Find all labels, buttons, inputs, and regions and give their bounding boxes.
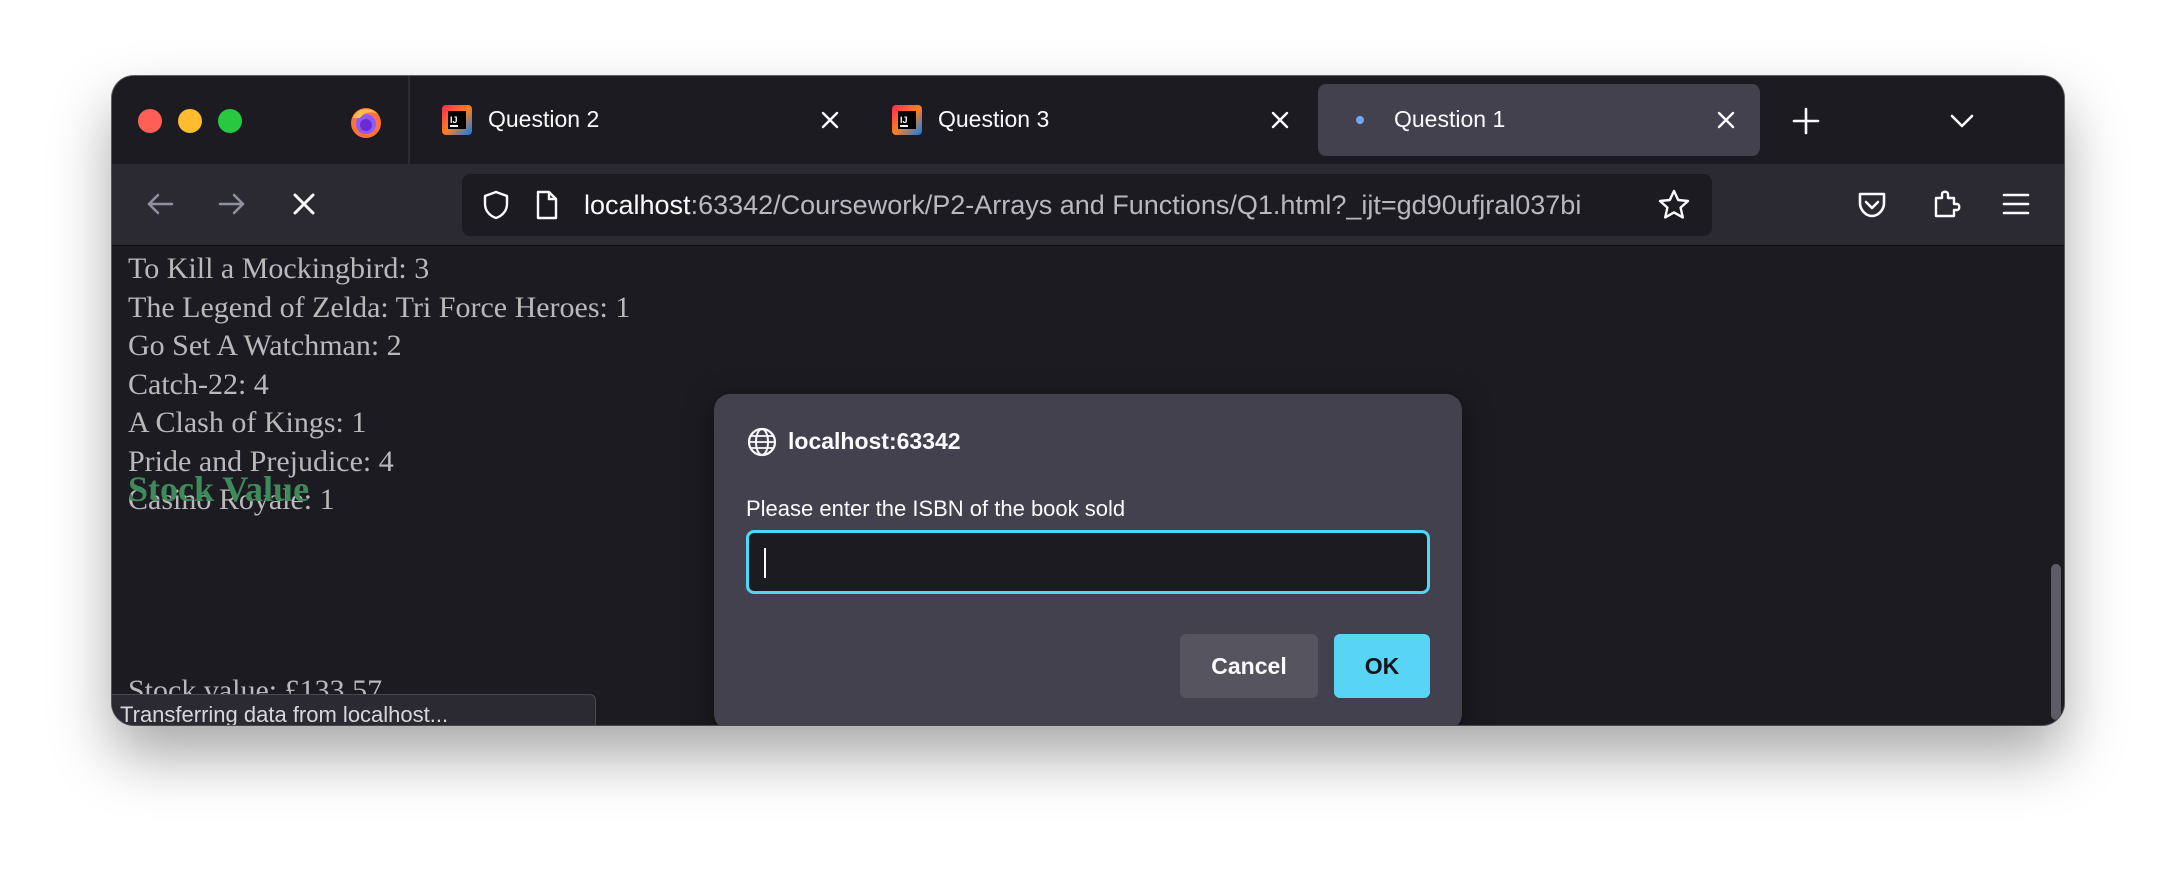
loading-indicator-icon bbox=[1356, 116, 1364, 124]
navigation-toolbar: localhost:63342/Coursework/P2-Arrays and… bbox=[112, 164, 2064, 246]
zoom-window-button[interactable] bbox=[218, 109, 242, 133]
url-text[interactable]: localhost:63342/Coursework/P2-Arrays and… bbox=[584, 190, 1614, 221]
tab-strip: IJ Question 2 IJ Question 3 Question 1 bbox=[112, 76, 2064, 164]
list-item: Catch-22: 4 bbox=[128, 367, 269, 401]
stock-value-heading: Stock Value bbox=[128, 469, 310, 509]
new-tab-icon[interactable] bbox=[1786, 101, 1826, 141]
minimize-window-button[interactable] bbox=[178, 109, 202, 133]
svg-text:IJ: IJ bbox=[900, 115, 908, 125]
close-window-button[interactable] bbox=[138, 109, 162, 133]
page-content: To Kill a Mockingbird: 3 The Legend of Z… bbox=[112, 246, 2064, 725]
list-item: Go Set A Watchman: 2 bbox=[128, 329, 402, 362]
scrollbar-thumb[interactable] bbox=[2051, 564, 2061, 720]
back-arrow-icon[interactable] bbox=[140, 184, 180, 224]
tab-title: Question 1 bbox=[1394, 106, 1506, 132]
browser-window: IJ Question 2 IJ Question 3 Question 1 l… bbox=[112, 76, 2064, 725]
list-item: To Kill a Mockingbird: 3 bbox=[128, 252, 430, 285]
intellij-icon: IJ bbox=[442, 105, 472, 135]
list-item: A Clash of Kings: 1 bbox=[128, 406, 367, 439]
url-bar[interactable]: localhost:63342/Coursework/P2-Arrays and… bbox=[462, 174, 1712, 236]
isbn-input[interactable] bbox=[746, 530, 1430, 594]
close-icon[interactable] bbox=[1266, 106, 1294, 134]
list-all-tabs-icon[interactable] bbox=[1942, 101, 1982, 141]
cancel-button[interactable]: Cancel bbox=[1180, 634, 1318, 698]
tab-strip-divider bbox=[408, 76, 410, 164]
dialog-message: Please enter the ISBN of the book sold bbox=[746, 496, 1126, 521]
page-icon[interactable] bbox=[528, 187, 564, 223]
globe-icon bbox=[747, 427, 777, 457]
tab-question-2[interactable]: IJ Question 2 bbox=[418, 84, 864, 156]
intellij-icon: IJ bbox=[892, 105, 922, 135]
tab-question-1[interactable]: Question 1 bbox=[1318, 84, 1760, 156]
forward-arrow-icon[interactable] bbox=[212, 184, 252, 224]
extensions-icon[interactable] bbox=[1926, 184, 1966, 224]
close-icon[interactable] bbox=[1712, 106, 1740, 134]
firefox-icon[interactable] bbox=[348, 104, 384, 140]
url-path: :63342/Coursework/P2-Arrays and Function… bbox=[690, 190, 1582, 220]
tab-title: Question 2 bbox=[488, 106, 600, 132]
hamburger-menu-icon[interactable] bbox=[1996, 184, 2036, 224]
tab-question-3[interactable]: IJ Question 3 bbox=[868, 84, 1314, 156]
ok-button[interactable]: OK bbox=[1334, 634, 1430, 698]
close-icon[interactable] bbox=[816, 106, 844, 134]
screen: IJ Question 2 IJ Question 3 Question 1 l… bbox=[0, 0, 2176, 874]
scrollbar[interactable] bbox=[2050, 246, 2064, 725]
stop-loading-icon[interactable] bbox=[284, 184, 324, 224]
shield-icon[interactable] bbox=[478, 187, 514, 223]
tab-title: Question 3 bbox=[938, 106, 1050, 132]
status-panel: Transferring data from localhost... bbox=[112, 694, 596, 725]
bookmark-star-icon[interactable] bbox=[1656, 187, 1692, 223]
prompt-dialog: localhost:63342 Please enter the ISBN of… bbox=[714, 394, 1462, 725]
url-host: localhost bbox=[584, 190, 691, 220]
svg-text:IJ: IJ bbox=[450, 115, 458, 125]
text-caret bbox=[764, 548, 766, 578]
dialog-origin: localhost:63342 bbox=[788, 428, 961, 454]
list-item: The Legend of Zelda: Tri Force Heroes: 1 bbox=[128, 290, 631, 324]
pocket-icon[interactable] bbox=[1852, 184, 1892, 224]
